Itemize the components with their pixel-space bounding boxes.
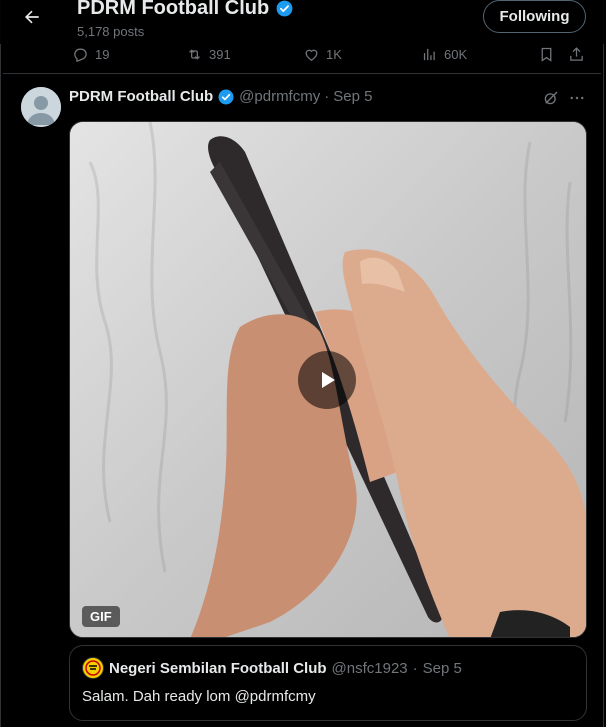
play-icon	[322, 372, 335, 388]
repost-count: 391	[209, 46, 231, 62]
tweet-header: PDRM Football Club @pdrmfcmy · Sep 5	[69, 87, 372, 107]
like-icon	[305, 49, 318, 61]
quoted-handle[interactable]: @nsfc1923	[332, 660, 408, 677]
avatar[interactable]	[21, 87, 61, 127]
grok-button[interactable]	[542, 89, 560, 107]
page-title: PDRM Football Club	[77, 0, 294, 21]
reply-button[interactable]: 19	[72, 44, 109, 64]
tweet-handle[interactable]: @pdrmfcmy	[239, 87, 320, 107]
reply-icon	[74, 48, 87, 62]
quoted-tweet[interactable]: Negeri Sembilan Football Club @nsfc1923 …	[69, 645, 587, 721]
header-title-block: PDRM Football Club 5,178 posts	[77, 0, 294, 41]
dot-separator: ·	[324, 88, 330, 105]
quoted-tweet-header: Negeri Sembilan Football Club @nsfc1923 …	[82, 657, 462, 679]
tweet-author-name[interactable]: PDRM Football Club	[69, 87, 213, 107]
quoted-tweet-text: Salam. Dah ready lom @pdrmfcmy	[82, 688, 316, 705]
verified-badge-icon	[218, 89, 234, 105]
tweet-date[interactable]: Sep 5	[333, 87, 372, 107]
play-button[interactable]	[298, 351, 356, 409]
club-crest-icon	[85, 660, 101, 676]
share-button[interactable]	[568, 44, 585, 64]
following-button[interactable]: Following	[483, 0, 586, 33]
like-count: 1K	[326, 46, 342, 62]
dot-separator: ·	[412, 659, 418, 677]
quoted-date[interactable]: Sep 5	[423, 660, 462, 677]
more-icon	[570, 96, 584, 100]
default-avatar-icon	[21, 87, 61, 127]
bookmark-button[interactable]	[538, 44, 555, 64]
back-arrow-icon	[24, 10, 39, 24]
views-button[interactable]: 60K	[421, 44, 467, 64]
views-icon	[423, 48, 435, 60]
post-count: 5,178 posts	[77, 24, 145, 39]
verified-badge-icon	[276, 0, 293, 16]
repost-button[interactable]: 391	[186, 44, 231, 64]
grok-icon	[544, 91, 558, 105]
share-icon	[570, 46, 583, 61]
like-button[interactable]: 1K	[303, 44, 342, 64]
previous-post-actions: 19 391 1K 60K	[0, 44, 604, 72]
gif-badge: GIF	[82, 606, 120, 627]
back-button[interactable]	[18, 3, 46, 31]
quoted-author-avatar[interactable]	[82, 657, 104, 679]
profile-header: PDRM Football Club 5,178 posts Following	[0, 0, 604, 44]
repost-icon	[189, 48, 200, 60]
views-count: 60K	[444, 46, 468, 62]
post-divider	[3, 73, 601, 74]
reply-count: 19	[95, 46, 110, 62]
more-options-button[interactable]	[568, 89, 586, 107]
quoted-author-name[interactable]: Negeri Sembilan Football Club	[109, 660, 327, 677]
bookmark-icon	[541, 47, 552, 62]
page-title-text: PDRM Football Club	[77, 0, 270, 19]
